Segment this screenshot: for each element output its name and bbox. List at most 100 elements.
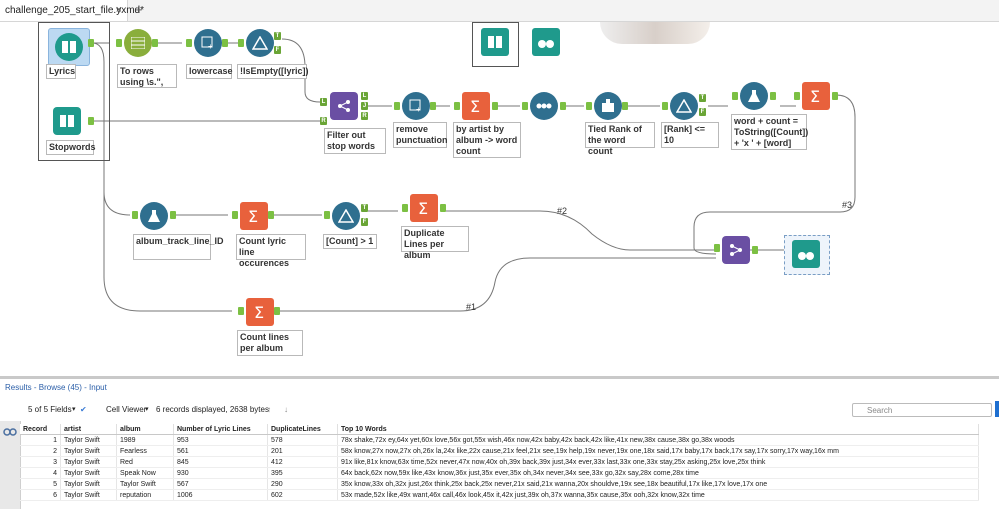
table-cell[interactable]: Taylor Swift [60,489,117,501]
count-lines-sigma-icon[interactable]: Σ [246,298,274,326]
albumtrack-output-anchor[interactable] [170,211,176,219]
punct-input-anchor[interactable] [394,102,400,110]
table-cell[interactable]: 953 [173,434,268,446]
to-rows-input-anchor[interactable] [116,39,122,47]
table-cell[interactable]: 567 [173,478,268,490]
table-row[interactable]: 2 Taylor Swift Fearless 561 201 58x know,27x … [20,445,979,457]
apply-check-icon[interactable]: ✔ [80,405,87,414]
table-cell[interactable]: 53x made,52x like,49x want,46x call,46x … [337,489,979,501]
workflow-canvas[interactable]: Lyrics Stopwords To rows using \s.", + l… [0,22,999,376]
rank-input-anchor[interactable] [586,102,592,110]
table-cell[interactable]: 4 [20,467,61,479]
concat-summarize-sigma-icon[interactable]: Σ [802,82,830,110]
top-browse-binoculars-icon[interactable] [532,28,560,56]
top-input-book-icon[interactable] [481,28,509,56]
countlines-input-anchor[interactable] [238,307,244,315]
dup-lines-sigma-icon[interactable]: Σ [410,194,438,222]
table-cell[interactable]: 930 [173,467,268,479]
lyrics-output-anchor[interactable] [88,39,94,47]
col-album[interactable]: album [116,424,174,435]
table-cell[interactable]: 845 [173,456,268,468]
table-cell[interactable]: Taylor Swift [116,478,174,490]
col-record[interactable]: Record [20,424,61,435]
table-row[interactable]: 3 Taylor Swift Red 845 412 91x like,81x know,… [20,456,979,468]
stopwords-output-anchor[interactable] [88,117,94,125]
search-input[interactable]: Search [852,403,992,417]
countlyric-input-anchor[interactable] [232,211,238,219]
summarize-sigma-icon[interactable]: Σ [462,92,490,120]
col-artist[interactable]: artist [60,424,117,435]
table-cell[interactable]: 1 [20,434,61,446]
formula-output-anchor[interactable] [770,92,776,100]
results-table[interactable]: Record artist album Number of Lyric Line… [20,424,979,501]
countlyric-output-anchor[interactable] [268,211,274,219]
join-right-anchor[interactable]: R [320,117,327,125]
recid-output-anchor[interactable] [560,102,566,110]
table-cell[interactable]: 395 [267,467,338,479]
col-top10[interactable]: Top 10 Words [337,424,979,435]
isempty-true-anchor[interactable]: T [274,32,281,40]
filter-triangle-icon[interactable] [246,29,274,57]
table-cell[interactable]: Red [116,456,174,468]
text-to-rows-icon[interactable] [124,29,152,57]
punct-output-anchor[interactable] [430,102,436,110]
to-rows-output-anchor[interactable] [152,39,158,47]
table-cell[interactable]: Taylor Swift [60,456,117,468]
stopwords-book-icon[interactable] [53,107,81,135]
browse-tool[interactable] [784,235,830,275]
table-cell[interactable]: Taylor Swift [60,478,117,490]
table-cell[interactable]: 578 [267,434,338,446]
rank-filter-triangle-icon[interactable] [670,92,698,120]
close-tab-icon[interactable]: × [116,0,122,21]
table-row[interactable]: 4 Taylor Swift Speak Now 930 395 64x back,62x… [20,467,979,479]
table-cell[interactable]: 602 [267,489,338,501]
table-cell[interactable]: 412 [267,456,338,468]
table-cell[interactable]: 290 [267,478,338,490]
join-r-out-anchor[interactable]: R [361,112,368,120]
scroll-down-icon[interactable]: ↓ [284,405,288,414]
table-cell[interactable]: Taylor Swift [60,434,117,446]
viewer-dropdown-icon[interactable]: ▾ [145,405,149,413]
table-cell[interactable]: 1989 [116,434,174,446]
count-filter-triangle-icon[interactable] [332,202,360,230]
table-cell[interactable]: 58x know,27x now,27x oh,26x la,24x like,… [337,445,979,457]
byartist-output-anchor[interactable] [492,102,498,110]
lowercase-input-anchor[interactable] [186,39,192,47]
lowercase-output-anchor[interactable] [222,39,228,47]
table-row[interactable]: 1 Taylor Swift 1989 953 578 78x shake,72x ey,… [20,434,979,446]
byartist-input-anchor[interactable] [454,102,460,110]
join-j-out-anchor[interactable]: J [361,102,368,110]
rank-output-anchor[interactable] [622,102,628,110]
join-l-out-anchor[interactable]: L [361,92,368,100]
rankfilter-input-anchor[interactable] [662,102,668,110]
rankfilter-false-anchor[interactable]: F [699,108,706,116]
join-multiple-icon[interactable] [722,236,750,264]
album-track-flask-icon[interactable] [140,202,168,230]
col-lyric-lines[interactable]: Number of Lyric Lines [173,424,268,435]
table-cell[interactable]: 35x know,33x oh,32x just,26x think,25x b… [337,478,979,490]
workflow-tab[interactable]: challenge_205_start_file.yxmd* × [0,0,144,21]
table-cell[interactable]: 64x back,62x now,59x like,43x know,36x j… [337,467,979,479]
col-duplicate-lines[interactable]: DuplicateLines [267,424,338,435]
add-tab-icon[interactable]: + [131,3,146,18]
isempty-false-anchor[interactable]: F [274,46,281,54]
table-cell[interactable]: Taylor Swift [60,445,117,457]
rankfilter-true-anchor[interactable]: T [699,94,706,102]
remove-punctuation-icon[interactable]: + [402,92,430,120]
table-cell[interactable]: Speak Now [116,467,174,479]
tied-rank-icon[interactable] [594,92,622,120]
countfilter-true-anchor[interactable]: T [361,204,368,212]
record-id-dots-icon[interactable] [530,92,558,120]
table-cell[interactable]: reputation [116,489,174,501]
binoculars-view-icon[interactable] [3,423,17,436]
table-row[interactable]: 6 Taylor Swift reputation 1006 602 53x made,5… [20,489,979,501]
cell-viewer-dropdown[interactable]: Cell Viewer [106,405,146,414]
table-cell[interactable]: 5 [20,478,61,490]
joinmulti-output-anchor[interactable] [752,246,758,254]
join-left-anchor[interactable]: L [320,98,327,106]
table-cell[interactable]: Fearless [116,445,174,457]
table-cell[interactable]: 6 [20,489,61,501]
join-icon[interactable] [330,92,358,120]
formula-input-anchor[interactable] [732,92,738,100]
table-cell[interactable]: 1006 [173,489,268,501]
